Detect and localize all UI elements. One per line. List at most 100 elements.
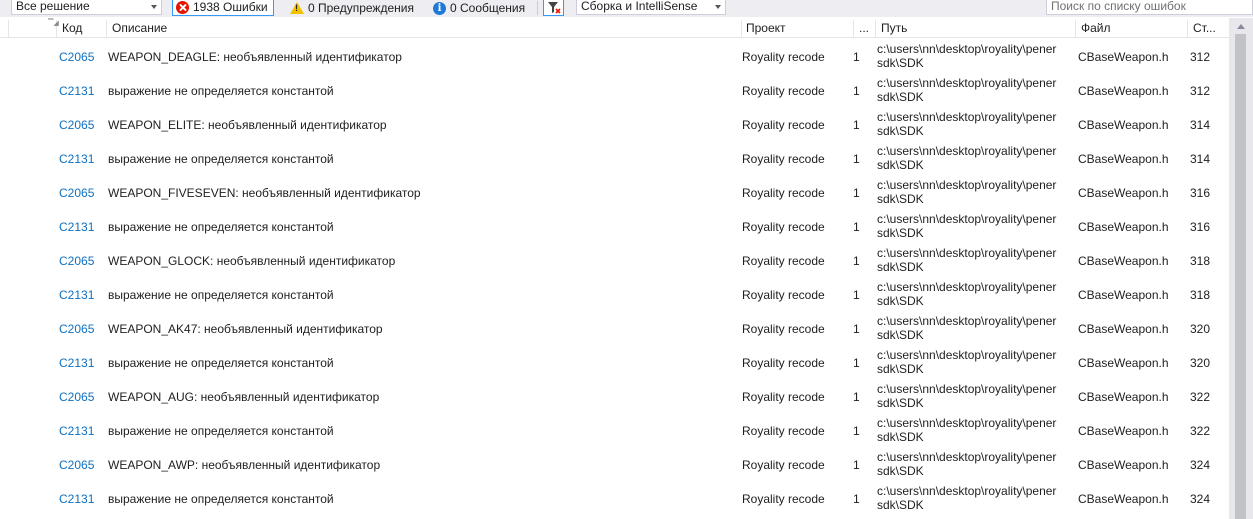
error-description: выражение не определяется константой	[108, 492, 334, 506]
error-description: WEAPON_DEAGLE: необъявленный идентификат…	[108, 50, 402, 64]
error-column: 1	[853, 152, 860, 166]
error-column: 1	[853, 254, 860, 268]
column-header-code[interactable]: Код	[62, 18, 102, 38]
error-code-link[interactable]: C2131	[59, 424, 94, 438]
error-path: c:\users\nn\desktop\royality\pener sdk\S…	[877, 42, 1057, 70]
error-description: выражение не определяется константой	[108, 220, 334, 234]
error-column: 1	[853, 220, 860, 234]
column-header-description[interactable]: Описание	[112, 18, 732, 38]
column-divider	[875, 20, 876, 38]
toolbar-separator	[537, 1, 538, 15]
table-row[interactable]: C2065 WEAPON_ELITE: необъявленный идентиф…	[0, 107, 1229, 141]
column-divider	[741, 20, 742, 38]
error-path: c:\users\nn\desktop\royality\pener sdk\S…	[877, 382, 1057, 410]
table-row[interactable]: C2131 выражение не определяется константо…	[0, 413, 1229, 447]
error-line: 314	[1190, 152, 1211, 166]
column-header-file[interactable]: Файл	[1081, 18, 1181, 38]
error-file: CBaseWeapon.h	[1078, 84, 1169, 98]
scroll-up-arrow-icon[interactable]	[1237, 24, 1245, 29]
error-description: WEAPON_ELITE: необъявленный идентификато…	[108, 118, 387, 132]
error-description: WEAPON_GLOCK: необъявленный идентификато…	[108, 254, 396, 268]
error-line: 320	[1190, 322, 1211, 336]
error-project: Royality recode	[742, 390, 825, 404]
info-icon: i	[433, 1, 446, 15]
error-code-link[interactable]: C2065	[59, 322, 94, 336]
messages-filter-label: 0 Сообщения	[450, 0, 526, 15]
table-row[interactable]: C2131 выражение не определяется константо…	[0, 345, 1229, 379]
table-row[interactable]: C2131 выражение не определяется константо…	[0, 141, 1229, 175]
error-project: Royality recode	[742, 118, 825, 132]
errors-filter-label: 1938 Ошибки	[193, 0, 268, 14]
error-file: CBaseWeapon.h	[1078, 356, 1169, 370]
vertical-scrollbar[interactable]	[1229, 18, 1253, 519]
filter-toggle-button[interactable]	[543, 0, 564, 16]
table-row[interactable]: C2065 WEAPON_AUG: необъявленный идентифик…	[0, 379, 1229, 413]
error-code-link[interactable]: C2131	[59, 492, 94, 506]
errors-filter-button[interactable]: 1938 Ошибки	[172, 0, 274, 16]
column-divider	[853, 20, 854, 38]
table-row[interactable]: C2065 WEAPON_AK47: необъявленный идентифи…	[0, 311, 1229, 345]
error-line: 324	[1190, 458, 1211, 472]
column-divider	[1075, 20, 1076, 38]
table-row[interactable]: C2065 WEAPON_FIVESEVEN: необъявленный иде…	[0, 175, 1229, 209]
error-code-link[interactable]: C2065	[59, 254, 94, 268]
error-path: c:\users\nn\desktop\royality\pener sdk\S…	[877, 450, 1057, 478]
column-divider	[106, 20, 107, 38]
build-source-dropdown-value: Сборка и IntelliSense	[581, 0, 698, 13]
error-project: Royality recode	[742, 458, 825, 472]
error-code-link[interactable]: C2131	[59, 220, 94, 234]
error-project: Royality recode	[742, 186, 825, 200]
error-code-link[interactable]: C2065	[59, 186, 94, 200]
error-code-link[interactable]: C2065	[59, 390, 94, 404]
error-file: CBaseWeapon.h	[1078, 458, 1169, 472]
column-header-column[interactable]: ...	[859, 18, 873, 38]
error-code-link[interactable]: C2065	[59, 118, 94, 132]
error-code-link[interactable]: C2065	[59, 50, 94, 64]
scrollbar-thumb[interactable]	[1235, 34, 1246, 519]
error-path: c:\users\nn\desktop\royality\pener sdk\S…	[877, 246, 1057, 274]
error-path: c:\users\nn\desktop\royality\pener sdk\S…	[877, 178, 1057, 206]
error-column: 1	[853, 118, 860, 132]
error-project: Royality recode	[742, 492, 825, 506]
error-code-link[interactable]: C2131	[59, 152, 94, 166]
table-row[interactable]: C2131 выражение не определяется константо…	[0, 209, 1229, 243]
error-project: Royality recode	[742, 322, 825, 336]
column-header-line[interactable]: Ст...	[1193, 18, 1227, 38]
error-project: Royality recode	[742, 424, 825, 438]
error-project: Royality recode	[742, 254, 825, 268]
table-row[interactable]: C2131 выражение не определяется константо…	[0, 277, 1229, 311]
error-column: 1	[853, 492, 860, 506]
error-file: CBaseWeapon.h	[1078, 322, 1169, 336]
error-code-link[interactable]: C2131	[59, 84, 94, 98]
table-row[interactable]: C2131 выражение не определяется константо…	[0, 481, 1229, 515]
error-column: 1	[853, 424, 860, 438]
warnings-filter-button[interactable]: ! 0 Предупреждения	[287, 0, 419, 16]
error-path: c:\users\nn\desktop\royality\pener sdk\S…	[877, 144, 1057, 172]
error-description: WEAPON_FIVESEVEN: необъявленный идентифи…	[108, 186, 421, 200]
error-code-link[interactable]: C2065	[59, 458, 94, 472]
table-row[interactable]: C2065 WEAPON_DEAGLE: необъявленный иденти…	[0, 39, 1229, 73]
error-line: 318	[1190, 254, 1211, 268]
error-project: Royality recode	[742, 152, 825, 166]
table-row[interactable]: C2131 выражение не определяется константо…	[0, 73, 1229, 107]
error-line: 322	[1190, 390, 1211, 404]
search-input[interactable]: Поиск по списку ошибок	[1046, 0, 1253, 15]
error-code-link[interactable]: C2131	[59, 356, 94, 370]
error-file: CBaseWeapon.h	[1078, 424, 1169, 438]
column-header-project[interactable]: Проект	[746, 18, 846, 38]
messages-filter-button[interactable]: i 0 Сообщения	[430, 0, 530, 16]
scope-dropdown[interactable]: Все решение	[11, 0, 162, 15]
error-description: WEAPON_AK47: необъявленный идентификатор	[108, 322, 383, 336]
build-source-dropdown[interactable]: Сборка и IntelliSense	[576, 0, 726, 15]
table-row[interactable]: C2065 WEAPON_AWP: необъявленный идентифик…	[0, 447, 1229, 481]
column-divider	[8, 20, 9, 38]
column-header-path[interactable]: Путь	[881, 18, 1071, 38]
error-list-header: ▔◢ Код Описание Проект ... Путь Файл Ст.…	[0, 18, 1253, 38]
error-path: c:\users\nn\desktop\royality\pener sdk\S…	[877, 280, 1057, 308]
error-file: CBaseWeapon.h	[1078, 390, 1169, 404]
error-path: c:\users\nn\desktop\royality\pener sdk\S…	[877, 76, 1057, 104]
sort-indicator-icon: ▔◢	[48, 20, 59, 27]
error-file: CBaseWeapon.h	[1078, 118, 1169, 132]
table-row[interactable]: C2065 WEAPON_GLOCK: необъявленный идентиф…	[0, 243, 1229, 277]
error-code-link[interactable]: C2131	[59, 288, 94, 302]
